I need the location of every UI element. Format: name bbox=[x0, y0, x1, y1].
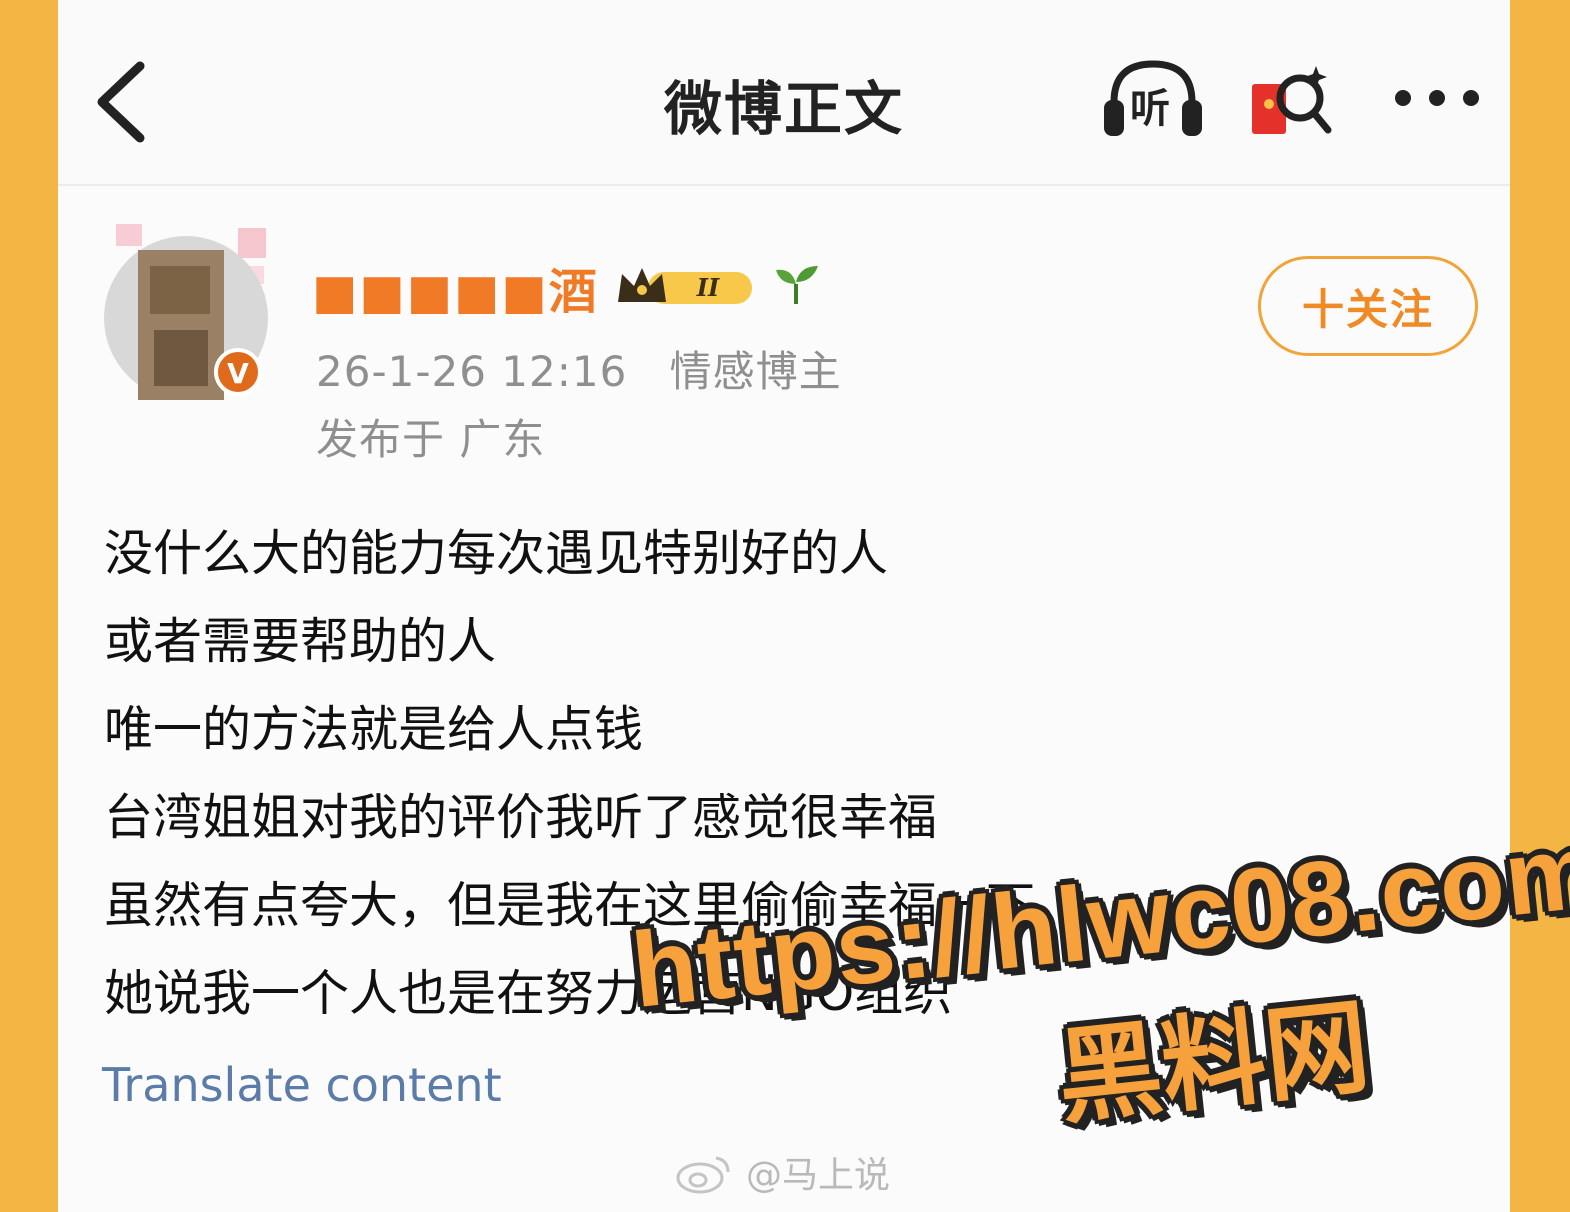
post-timestamp: 26-1-26 12:16 bbox=[316, 347, 628, 396]
content-line: 或者需要帮助的人 bbox=[104, 613, 497, 670]
top-navbar: 微博正文 听 bbox=[58, 0, 1510, 186]
translate-link[interactable]: Translate content bbox=[102, 1058, 502, 1112]
sprout-icon bbox=[772, 262, 822, 306]
svg-text:II: II bbox=[696, 273, 720, 302]
content-line: 没什么大的能力每次遇见特别好的人 bbox=[104, 525, 889, 582]
listen-label: 听 bbox=[1130, 86, 1170, 132]
author-name[interactable]: ■■■■■酒 bbox=[312, 252, 599, 322]
svg-text:V: V bbox=[227, 357, 249, 390]
post-location: 发布于 广东 bbox=[316, 415, 546, 464]
author-avatar[interactable]: V bbox=[98, 210, 278, 410]
content-line: 唯一的方法就是给人点钱 bbox=[104, 701, 644, 758]
listen-button[interactable]: 听 bbox=[1098, 54, 1208, 144]
more-button[interactable] bbox=[1393, 86, 1481, 110]
avatar-image: V bbox=[104, 224, 268, 400]
red-packet-search-button[interactable] bbox=[1248, 58, 1338, 142]
author-type: 情感博主 bbox=[669, 347, 842, 396]
follow-button[interactable]: 十关注 bbox=[1258, 256, 1478, 356]
post-meta: 26-1-26 12:16 情感博主 bbox=[316, 338, 842, 399]
more-dots-icon bbox=[1395, 90, 1479, 106]
crown-icon: II bbox=[618, 268, 752, 304]
member-badge[interactable]: II bbox=[612, 262, 762, 312]
red-packet-icon bbox=[1252, 66, 1332, 134]
overlay-site-name: 黑料网 bbox=[1051, 985, 1375, 1140]
